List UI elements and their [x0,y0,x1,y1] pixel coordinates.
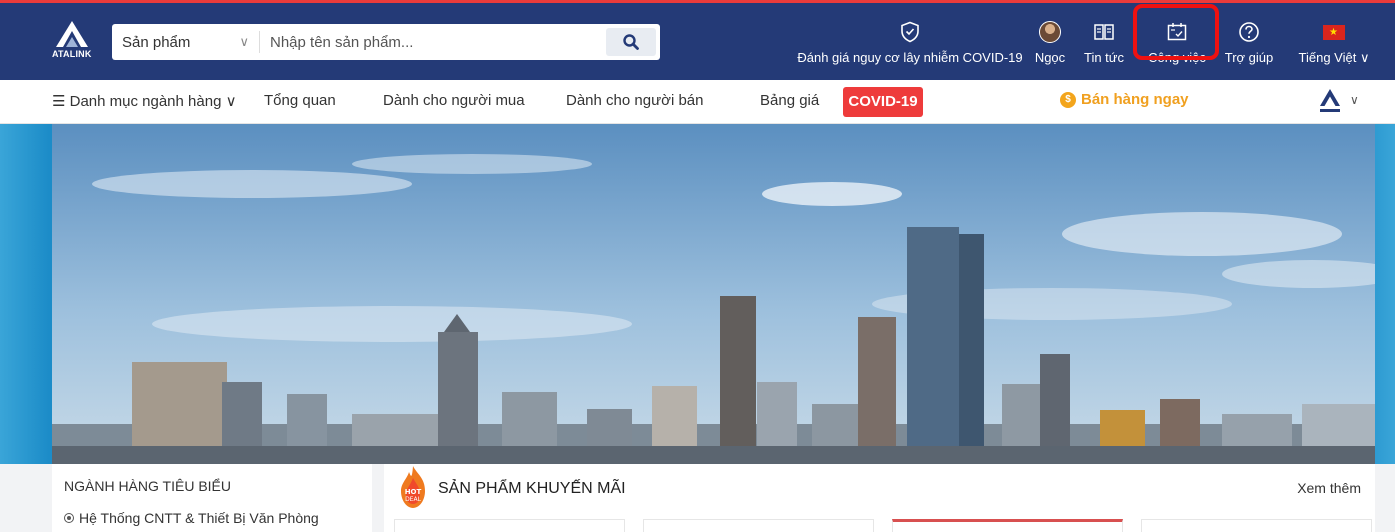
buyers-link[interactable]: Dành cho người mua [383,92,525,109]
sell-now-link[interactable]: $ Bán hàng ngay [1060,91,1189,108]
sellers-link[interactable]: Dành cho người bán [566,92,703,109]
help-link[interactable]: Trợ giúp [1218,21,1280,65]
category-label: Hệ Thống CNTT & Thiết Bị Văn Phòng [79,510,319,526]
user-name: Ngọc [1034,50,1066,65]
search-input[interactable] [260,33,606,51]
book-open-icon [1094,24,1114,40]
logo-mark-icon: ∨ [1320,89,1359,112]
search-category-select[interactable]: Sản phẩm ∨ [112,31,260,53]
shield-check-icon [901,21,919,43]
see-more-link[interactable]: Xem thêm [1297,480,1361,496]
chevron-down-icon: ∨ [1359,50,1370,65]
chevron-down-icon: ∨ [221,93,237,110]
news-link[interactable]: Tin tức [1074,21,1134,65]
language-selector[interactable]: Tiếng Việt ∨ [1286,21,1382,66]
promotions-title: SẢN PHẨM KHUYẾN MÃI [438,480,626,497]
categories-menu[interactable]: ☰ Danh mục ngành hàng ∨ [52,92,237,110]
svg-text:DEAL: DEAL [405,496,422,503]
logo-mark-icon [56,21,88,47]
sell-now-label: Bán hàng ngay [1081,91,1189,108]
help-label: Trợ giúp [1224,50,1274,65]
product-card[interactable] [643,519,874,532]
covid-tag-link[interactable]: COVID-19 [843,87,923,117]
product-card[interactable] [892,519,1123,532]
product-card[interactable] [394,519,625,532]
featured-categories-title: NGÀNH HÀNG TIÊU BIỂU [64,478,231,494]
hot-deal-icon: HOT DEAL [398,464,428,510]
news-label: Tin tức [1083,50,1124,65]
search-category-label: Sản phẩm [122,33,191,51]
covid-assessment-label: Đánh giá nguy cơ lây nhiễm COVID-19 [797,50,1023,65]
vietnam-flag-icon [1323,24,1345,40]
promotions-section: HOT DEAL SẢN PHẨM KHUYẾN MÃI Xem thêm [384,464,1375,532]
language-label: Tiếng Việt [1298,50,1357,65]
user-account-link[interactable]: Ngọc [1030,21,1070,65]
list-icon: ☰ [52,93,70,110]
covid-assessment-link[interactable]: Đánh giá nguy cơ lây nhiễm COVID-19 [795,21,1025,65]
product-card[interactable] [1141,519,1372,532]
overview-link[interactable]: Tổng quan [264,92,336,109]
company-switcher[interactable]: ∨ [1318,86,1366,118]
categories-label: Danh mục ngành hàng [69,93,222,110]
list-item[interactable]: Hệ Thống CNTT & Thiết Bị Văn Phòng [64,510,319,526]
skyline-image [52,124,1375,464]
city-skyline-banner[interactable] [52,124,1375,464]
search-icon [623,34,639,50]
avatar [1039,21,1061,43]
atalink-logo[interactable]: ATALINK [52,19,92,63]
featured-categories-panel: NGÀNH HÀNG TIÊU BIỂU Hệ Thống CNTT & Thi… [52,464,372,532]
question-circle-icon [1239,22,1259,42]
product-cards-row [384,519,1375,532]
pricing-link[interactable]: Bảng giá [760,92,819,109]
svg-text:HOT: HOT [405,488,422,496]
top-header: ATALINK Sản phẩm ∨ Đánh giá nguy cơ lây … [0,0,1395,80]
jobs-highlight-box [1133,4,1219,60]
search-button[interactable] [606,28,656,56]
logo-text: ATALINK [52,49,92,59]
bullet-icon [64,513,74,523]
secondary-nav: ☰ Danh mục ngành hàng ∨ Tổng quan Dành c… [0,80,1395,124]
svg-text:∨: ∨ [1350,93,1359,107]
search-bar: Sản phẩm ∨ [112,24,660,60]
money-bag-icon: $ [1060,91,1076,108]
chevron-down-icon: ∨ [239,34,249,49]
